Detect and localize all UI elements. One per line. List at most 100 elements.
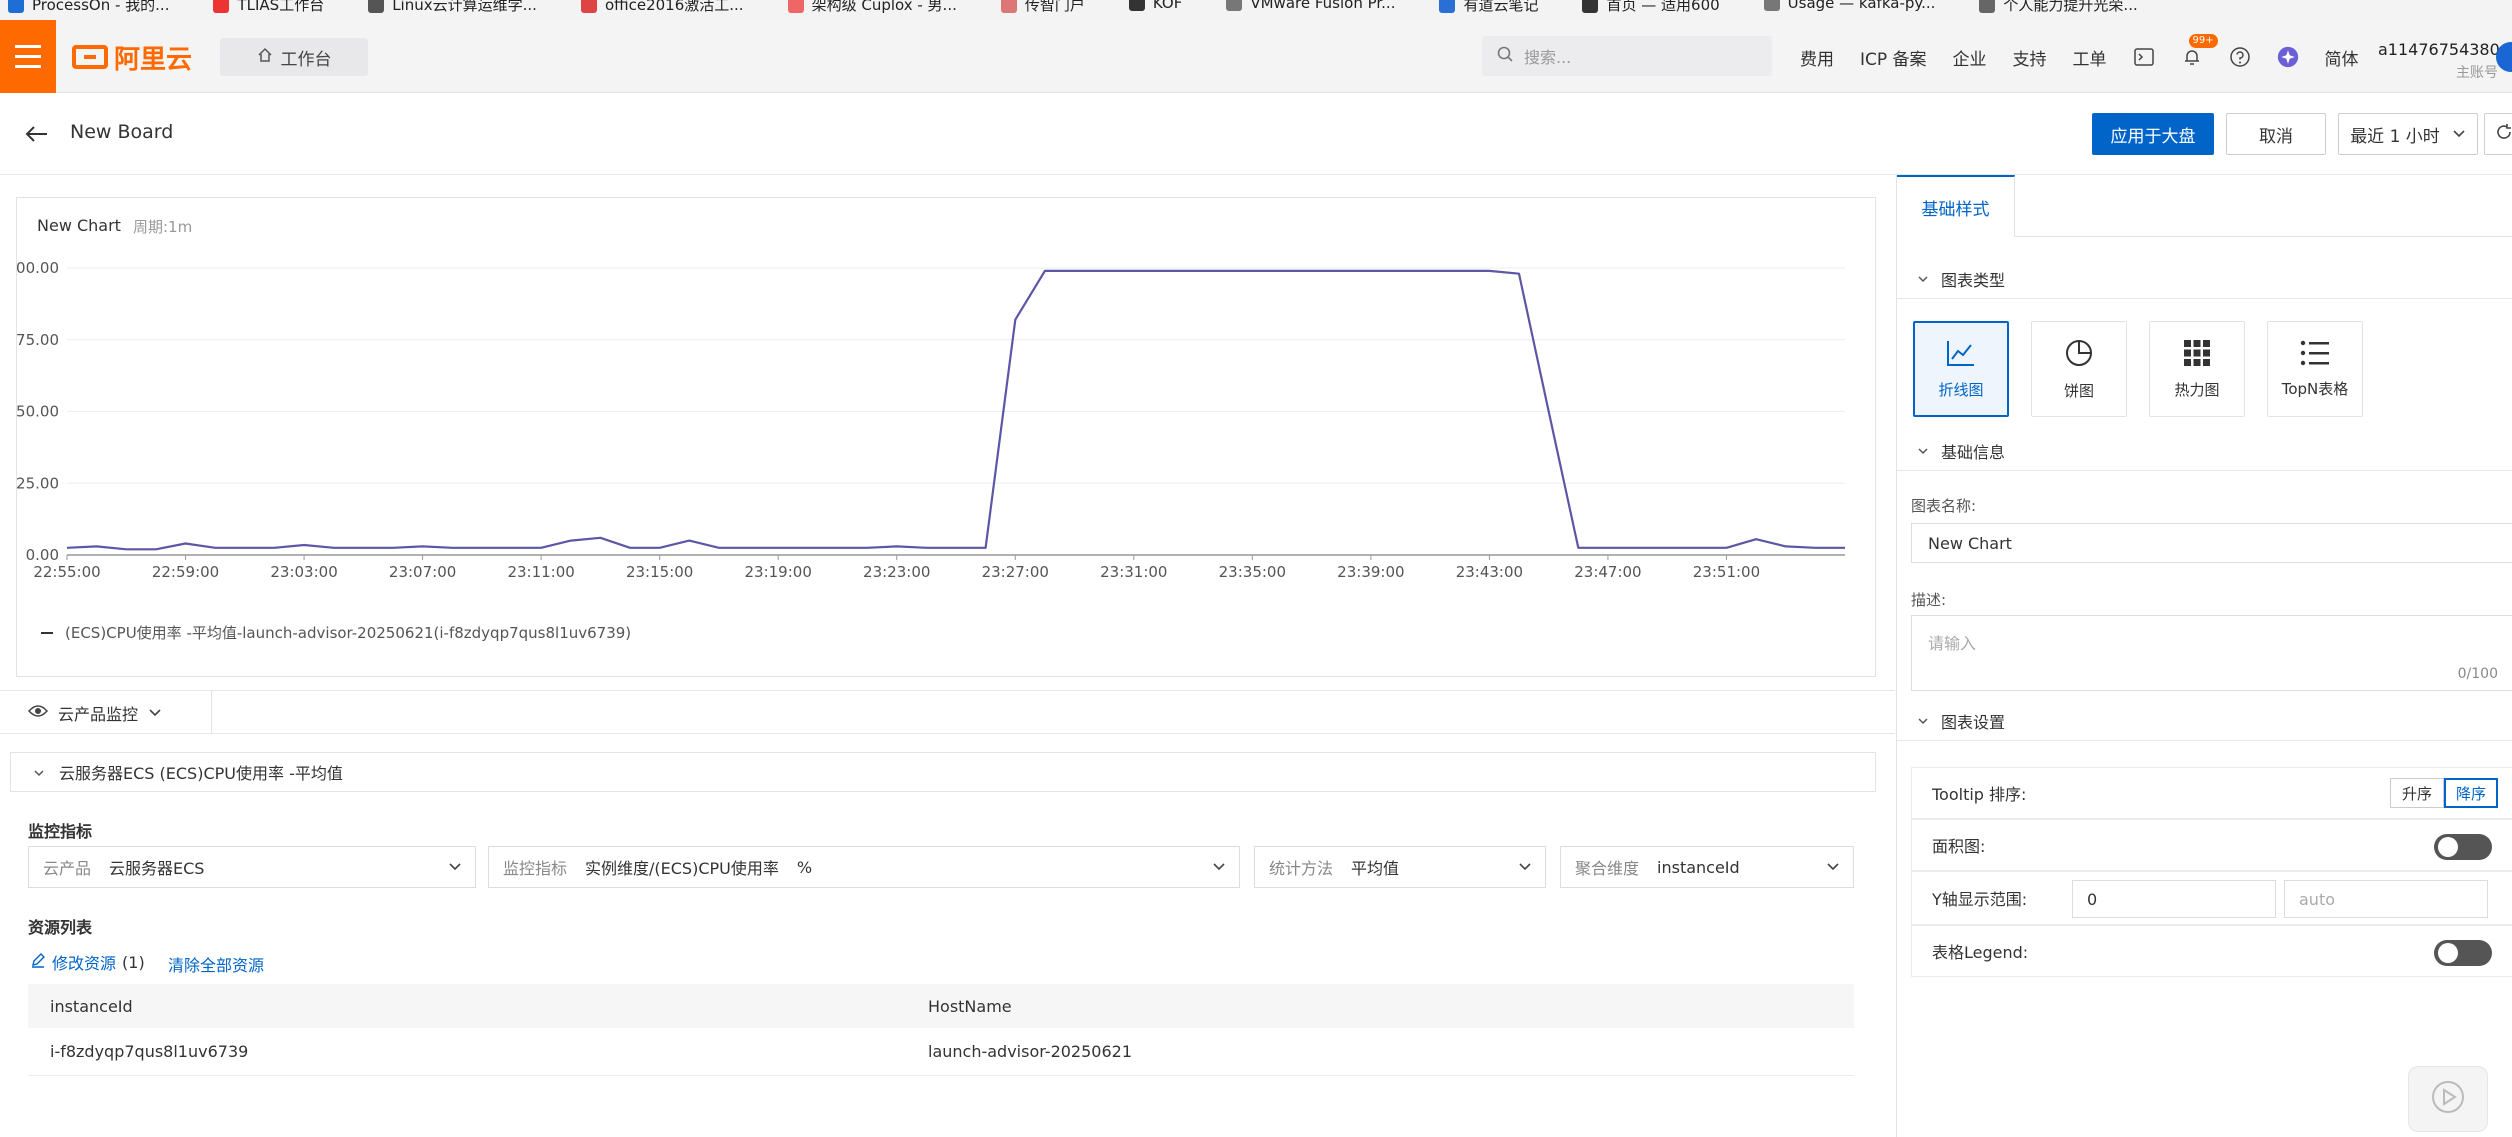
bell-icon[interactable]: 99+ — [2181, 34, 2218, 68]
bookmarks-bar: ProcessOn - 我的... TLIAS工作台 Linux云计算运维学... o… — [0, 0, 2512, 20]
chart-title: New Chart — [37, 216, 121, 235]
nav-link-billing[interactable]: 费用 — [1800, 45, 1834, 70]
nav-link-ticket[interactable]: 工单 — [2073, 45, 2107, 70]
ai-assistant-icon[interactable] — [2277, 46, 2299, 68]
x-tick-label: 23:31:00 — [1100, 563, 1167, 581]
y-axis-max-input[interactable]: auto — [2284, 880, 2488, 918]
bookmark-label: 传智门户 — [1024, 0, 1085, 14]
time-range-select[interactable]: 最近 1 小时 — [2338, 113, 2478, 155]
clear-all-resources-link[interactable]: 清除全部资源 — [168, 952, 264, 976]
x-tick-label: 23:03:00 — [270, 563, 337, 581]
bookmark-item[interactable]: 传智门户 — [1000, 0, 1085, 15]
notification-badge: 99+ — [2188, 34, 2218, 48]
help-icon[interactable] — [2229, 46, 2251, 68]
bookmark-label: TLIAS工作台 — [237, 0, 325, 14]
aggregation-select-label: 聚合维度 — [1575, 859, 1640, 878]
bookmark-label: 有道云笔记 — [1463, 0, 1539, 14]
table-row[interactable]: i-f8zdyqp7qus8l1uv6739 launch-advisor-20… — [28, 1028, 1854, 1076]
table-header: instanceId HostName — [28, 984, 1854, 1028]
description-textarea[interactable]: 请输入 0/100 — [1911, 615, 2512, 691]
y-axis-min-input[interactable]: 0 — [2072, 880, 2276, 918]
back-arrow-icon[interactable] — [22, 119, 52, 149]
tab-basic-style[interactable]: 基础样式 — [1897, 175, 2015, 237]
search-input[interactable]: 搜索... — [1482, 36, 1772, 76]
metrics-section-label: 监控指标 — [28, 822, 93, 841]
chevron-down-icon — [1211, 859, 1227, 879]
menu-icon[interactable] — [0, 20, 56, 93]
bookmark-item[interactable]: TLIAS工作台 — [213, 0, 324, 15]
workbench-button[interactable]: 工作台 — [220, 38, 368, 76]
refresh-button[interactable] — [2484, 113, 2512, 155]
chart-type-pie[interactable]: 饼图 — [2031, 321, 2127, 417]
metric-select[interactable]: 监控指标 实例维度/(ECS)CPU使用率 % — [488, 846, 1240, 888]
sort-descending-option[interactable]: 降序 — [2444, 778, 2498, 808]
area-chart-toggle[interactable] — [2434, 834, 2492, 860]
account-menu[interactable]: a11476754380 主账号 — [2378, 40, 2500, 82]
play-icon — [2431, 1080, 2465, 1118]
chart-legend[interactable]: (ECS)CPU使用率 -平均值-launch-advisor-20250621… — [41, 622, 631, 643]
chart-name-label: 图表名称: — [1911, 497, 1977, 515]
logo-text: 阿里云 — [114, 44, 193, 75]
chevron-down-icon — [148, 703, 162, 722]
product-select[interactable]: 云产品 云服务器ECS — [28, 846, 476, 888]
bookmark-item[interactable]: KOF — [1128, 0, 1182, 12]
chevron-down-icon — [447, 859, 463, 879]
section-chart-settings[interactable]: 图表设置 — [1897, 701, 2512, 741]
x-tick-label: 23:15:00 — [626, 563, 693, 581]
play-video-button[interactable] — [2408, 1066, 2488, 1132]
home-icon — [257, 47, 273, 68]
bookmark-item[interactable]: 首页 — 适用600 — [1582, 0, 1720, 15]
modify-resources-link[interactable]: 修改资源 (1) — [30, 950, 145, 974]
language-switch[interactable]: 简体 — [2325, 45, 2359, 70]
x-tick-label: 23:23:00 — [863, 563, 930, 581]
bookmark-item[interactable]: ProcessOn - 我的... — [8, 0, 169, 15]
terminal-icon[interactable] — [2133, 46, 2155, 68]
chart-name-input[interactable]: New Chart — [1911, 523, 2512, 563]
workbench-label: 工作台 — [280, 49, 332, 70]
chart-name-value: New Chart — [1928, 533, 2012, 553]
chart-type-topn[interactable]: TopN表格 — [2267, 321, 2363, 417]
statistics-select-value: 平均值 — [1351, 859, 1400, 878]
bookmark-item[interactable]: office2016激活工... — [580, 0, 744, 15]
bookmark-item[interactable]: Linux云计算运维学... — [368, 0, 537, 15]
bookmark-label: Linux云计算运维学... — [392, 0, 537, 14]
logo-mark-icon — [72, 45, 108, 69]
section-basic-info[interactable]: 基础信息 — [1897, 431, 2512, 471]
bookmark-item[interactable]: VMware Fusion Pr... — [1226, 0, 1395, 12]
y-tick-label: 50.00 — [17, 403, 59, 421]
apply-to-board-button[interactable]: 应用于大盘 — [2092, 113, 2214, 155]
nav-link-support[interactable]: 支持 — [2013, 45, 2047, 70]
series-line-cpu-usage[interactable] — [66, 269, 1845, 551]
description-label: 描述: — [1911, 591, 1947, 609]
aggregation-select[interactable]: 聚合维度 instanceId — [1560, 846, 1854, 888]
bookmark-item[interactable]: Usage — kafka-py... — [1763, 0, 1935, 12]
bookmark-label: 首页 — 适用600 — [1606, 0, 1720, 14]
y-axis-range-label: Y轴显示范围: — [1932, 890, 2028, 909]
x-tick-label: 23:51:00 — [1693, 563, 1760, 581]
line-chart-icon — [1946, 339, 1976, 371]
sort-ascending-option[interactable]: 升序 — [2390, 778, 2444, 808]
x-tick-label: 23:43:00 — [1456, 563, 1523, 581]
cpu-line-chart[interactable]: 0.00 25.00 50.00 75.00 100.00 22:55:00 22:59:0… — [17, 238, 1875, 618]
bookmark-item[interactable]: 个人能力提升光荣... — [1979, 0, 2138, 15]
chart-type-line[interactable]: 折线图 — [1913, 321, 2009, 417]
metric-group-header[interactable]: 云服务器ECS (ECS)CPU使用率 -平均值 — [10, 752, 1876, 792]
section-chart-type[interactable]: 图表类型 — [1897, 259, 2512, 299]
panel-tabbar: 基础样式 — [1897, 175, 2512, 237]
tab-cloud-monitor[interactable]: 云产品监控 — [0, 691, 212, 734]
chart-preview-card: New Chart 周期:1m 0.00 25.00 50.00 75.00 100.0… — [16, 197, 1876, 677]
statistics-select[interactable]: 统计方法 平均值 — [1254, 846, 1546, 888]
table-legend-toggle[interactable] — [2434, 940, 2492, 966]
metric-select-label: 监控指标 — [503, 859, 568, 878]
bookmark-item[interactable]: 架构级 Cuplox - 男... — [787, 0, 957, 15]
aliyun-logo[interactable]: 阿里云 — [72, 40, 193, 75]
chart-type-heatmap[interactable]: 热力图 — [2149, 321, 2245, 417]
bookmark-item[interactable]: 有道云笔记 — [1439, 0, 1538, 15]
x-tick-label: 23:27:00 — [982, 563, 1049, 581]
nav-link-icp[interactable]: ICP 备案 — [1860, 45, 1927, 70]
product-select-label: 云产品 — [43, 859, 92, 878]
nav-link-enterprise[interactable]: 企业 — [1953, 45, 1987, 70]
cancel-button[interactable]: 取消 — [2226, 113, 2326, 155]
section-chart-type-title: 图表类型 — [1941, 270, 2006, 290]
x-tick-label: 23:35:00 — [1219, 563, 1286, 581]
